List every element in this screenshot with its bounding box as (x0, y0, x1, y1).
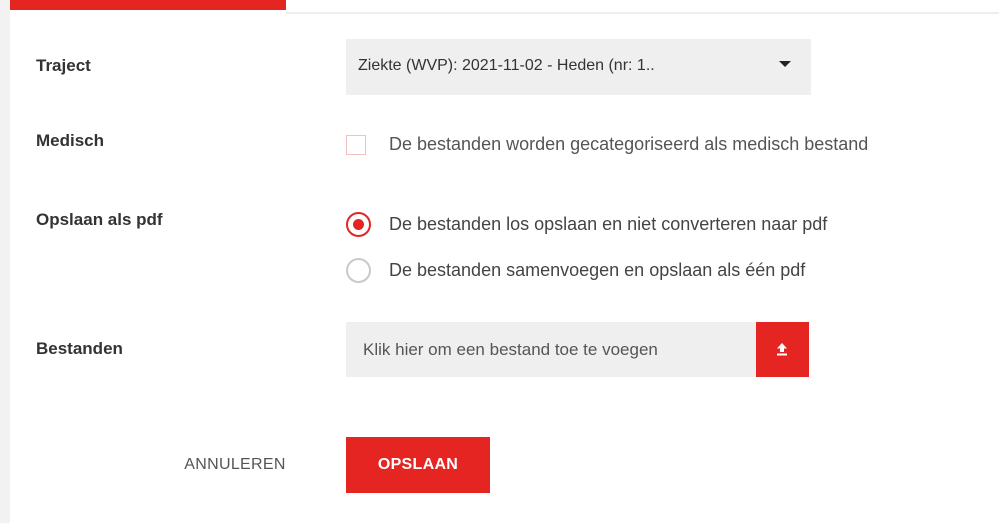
medisch-label: Medisch (36, 131, 105, 150)
bestanden-label: Bestanden (36, 339, 123, 358)
file-input-placeholder: Klik hier om een bestand toe te voegen (363, 340, 658, 359)
save-button[interactable]: OPSLAAN (346, 437, 490, 493)
caret-down-icon (779, 61, 791, 67)
traject-label: Traject (36, 56, 91, 75)
medisch-checkbox[interactable] (346, 135, 366, 155)
medisch-checkbox-row[interactable]: De bestanden worden gecategoriseerd als … (346, 130, 996, 160)
radio-option-label: De bestanden los opslaan en niet convert… (389, 214, 828, 234)
left-divider (0, 0, 10, 523)
radio-button-checked[interactable] (346, 212, 371, 237)
radio-option-samenvoegen[interactable]: De bestanden samenvoegen en opslaan als … (346, 256, 966, 286)
medisch-checkbox-label: De bestanden worden gecategoriseerd als … (389, 134, 869, 154)
traject-selected-value: Ziekte (WVP): 2021-11-02 - Heden (nr: 1.… (358, 57, 655, 74)
upload-form-page: Traject Ziekte (WVP): 2021-11-02 - Heden… (0, 0, 999, 523)
radio-button[interactable] (346, 258, 371, 283)
radio-option-label: De bestanden samenvoegen en opslaan als … (389, 260, 806, 280)
active-tab-indicator (10, 0, 286, 10)
cancel-button[interactable]: ANNULEREN (150, 437, 320, 493)
tab-bar-border (286, 12, 999, 14)
file-input-field[interactable]: Klik hier om een bestand toe te voegen (346, 322, 756, 377)
upload-button[interactable] (756, 322, 809, 377)
radio-option-los-opslaan[interactable]: De bestanden los opslaan en niet convert… (346, 210, 966, 240)
upload-icon (777, 343, 787, 356)
traject-select[interactable]: Ziekte (WVP): 2021-11-02 - Heden (nr: 1.… (346, 39, 811, 95)
radio-selected-dot (353, 219, 364, 230)
opslaan-als-pdf-label: Opslaan als pdf (36, 210, 163, 229)
